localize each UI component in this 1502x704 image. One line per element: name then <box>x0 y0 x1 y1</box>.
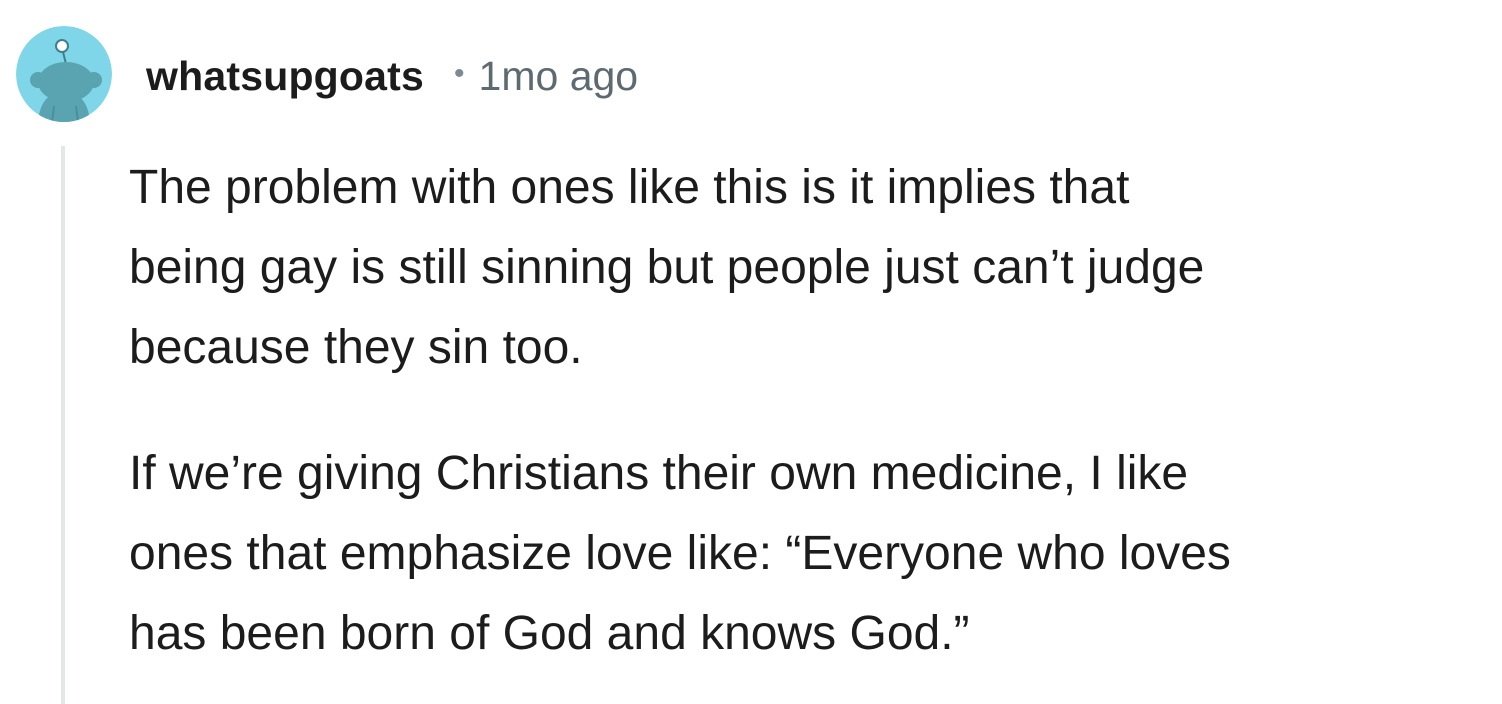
snoo-avatar-icon <box>16 26 112 122</box>
thread-line[interactable] <box>61 146 65 704</box>
avatar[interactable] <box>16 26 112 122</box>
comment-line: The problem with ones like this is it im… <box>129 161 1130 214</box>
comment-header: whatsupgoats • 1mo ago <box>146 48 638 104</box>
timestamp[interactable]: 1mo ago <box>479 53 639 100</box>
separator-dot: • <box>454 57 465 90</box>
comment-paragraph: The problem with ones like this is it im… <box>129 148 1489 388</box>
comment-line: because they sin too. <box>129 321 583 374</box>
comment-line: has been born of God and knows God.” <box>129 607 970 660</box>
username[interactable]: whatsupgoats <box>146 53 424 100</box>
comment-paragraph: If we’re giving Christians their own med… <box>129 434 1489 674</box>
comment-body: The problem with ones like this is it im… <box>129 148 1489 674</box>
comment-line: If we’re giving Christians their own med… <box>129 447 1189 500</box>
comment-line: ones that emphasize love like: “Everyone… <box>129 527 1231 580</box>
comment-line: being gay is still sinning but people ju… <box>129 241 1205 294</box>
